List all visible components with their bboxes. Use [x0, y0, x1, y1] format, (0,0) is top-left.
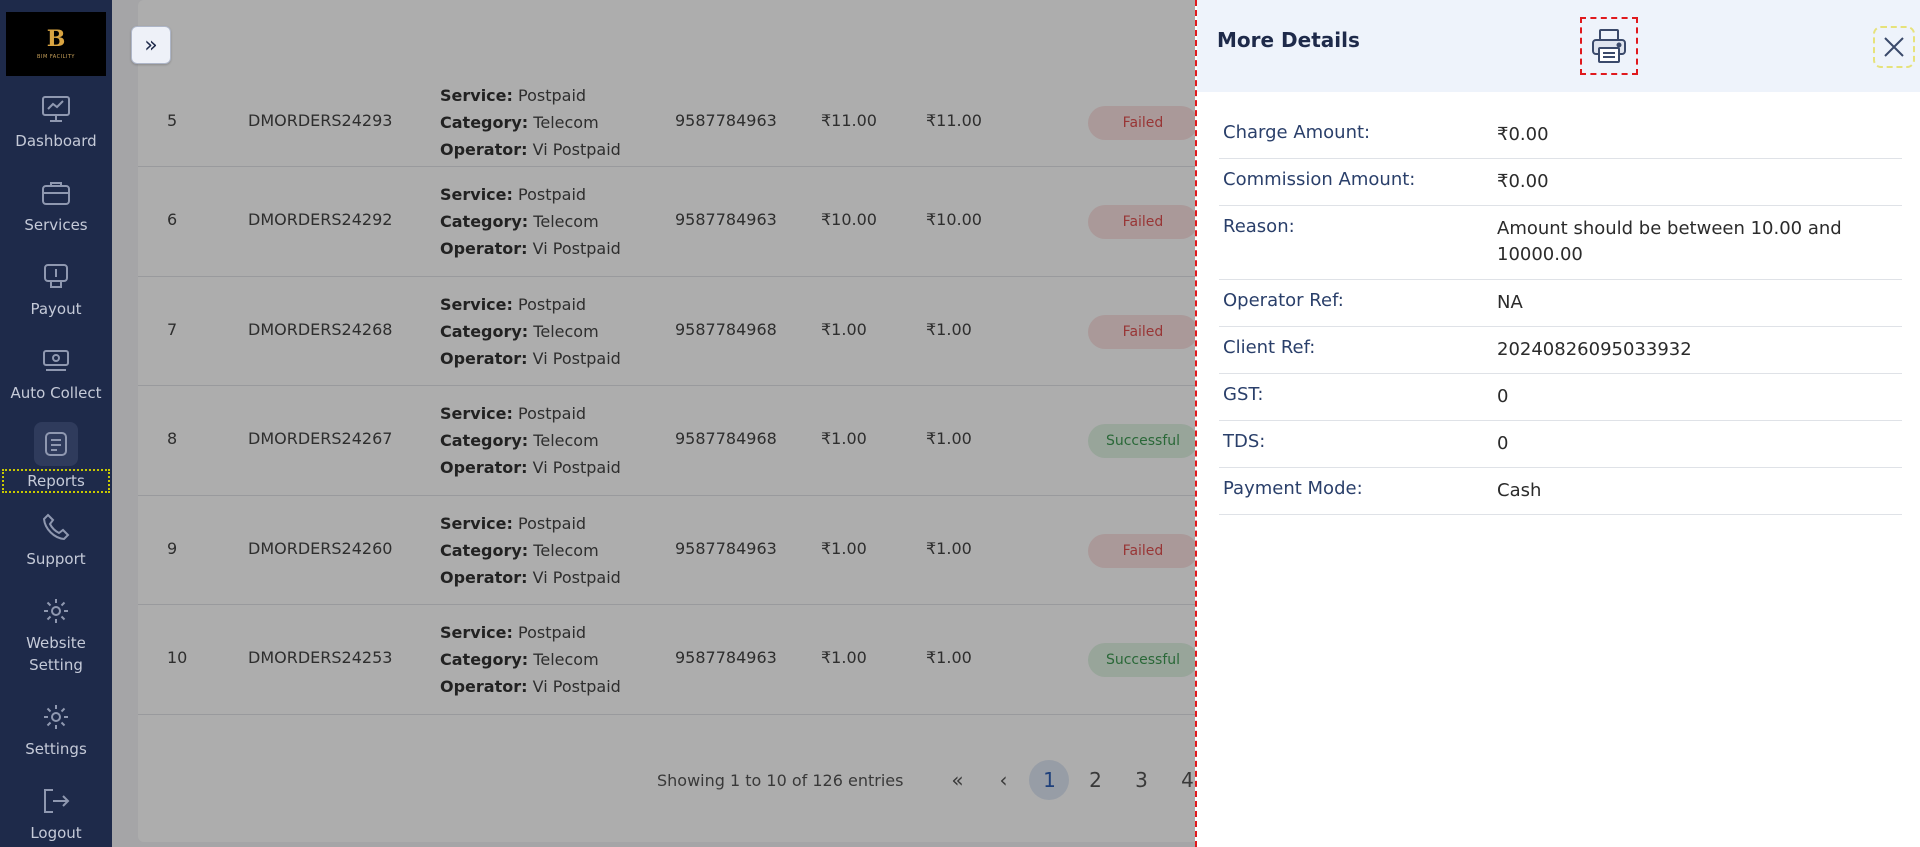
detail-value: 20240826095033932: [1497, 339, 1692, 360]
brand-logo[interactable]: B BIM FACILITY: [6, 12, 106, 76]
briefcase-icon: [42, 182, 70, 205]
print-button[interactable]: [1580, 17, 1638, 75]
payout-icon: [44, 264, 68, 288]
printer-icon: [1592, 29, 1626, 63]
sidebar-item-auto-collect[interactable]: Auto Collect: [0, 346, 112, 404]
detail-value: ₹0.00: [1497, 171, 1549, 192]
modal-backdrop[interactable]: [0, 0, 1195, 847]
detail-value: Amount should be between 10.00 and 10000…: [1497, 218, 1842, 265]
detail-row: Payment Mode: Cash: [1219, 468, 1902, 515]
detail-row: GST: 0: [1219, 374, 1902, 421]
detail-label: Operator Ref:: [1223, 290, 1344, 311]
detail-value: 0: [1497, 433, 1509, 454]
detail-label: Commission Amount:: [1223, 169, 1416, 190]
detail-value: Cash: [1497, 480, 1542, 501]
close-button[interactable]: [1873, 26, 1915, 68]
detail-row: Charge Amount: ₹0.00: [1219, 112, 1902, 159]
sidebar-item-support[interactable]: Support: [0, 512, 112, 570]
sidebar-item-logout[interactable]: Logout: [0, 786, 112, 844]
detail-label: Client Ref:: [1223, 337, 1316, 358]
more-details-drawer: More Details Charge Amount: ₹0.00 Commissi…: [1195, 0, 1920, 847]
sidebar-item-settings[interactable]: Settings: [0, 702, 112, 760]
gear-icon: [44, 705, 68, 729]
close-icon: [1884, 37, 1904, 57]
sidebar-item-services[interactable]: Services: [0, 178, 112, 236]
sidebar-item-website-setting[interactable]: Website Setting: [0, 596, 112, 676]
detail-label: GST:: [1223, 384, 1264, 405]
expand-sidebar-button[interactable]: »: [131, 26, 171, 64]
drawer-header: More Details: [1197, 0, 1920, 92]
sidebar-item-payout[interactable]: Payout: [0, 262, 112, 320]
logout-icon: [44, 789, 70, 813]
detail-label: Charge Amount:: [1223, 122, 1371, 143]
detail-label: Reason:: [1223, 216, 1295, 237]
detail-value: ₹0.00: [1497, 124, 1549, 145]
sidebar-item-dashboard[interactable]: Dashboard: [0, 94, 112, 152]
detail-row: Reason: Amount should be between 10.00 an…: [1219, 206, 1902, 280]
sidebar: B BIM FACILITY Dashboard Services Payout…: [0, 0, 112, 847]
detail-row: Operator Ref: NA: [1219, 280, 1902, 327]
detail-row: Commission Amount: ₹0.00: [1219, 159, 1902, 206]
detail-row: TDS: 0: [1219, 421, 1902, 468]
reports-icon: [45, 432, 67, 456]
detail-value: 0: [1497, 386, 1509, 407]
dashboard-icon: [42, 96, 70, 122]
auto-collect-icon: [43, 350, 69, 371]
detail-row: Client Ref: 20240826095033932: [1219, 327, 1902, 374]
detail-value: NA: [1497, 292, 1523, 313]
gear-icon: [44, 599, 68, 623]
drawer-title: More Details: [1217, 28, 1360, 52]
detail-label: Payment Mode:: [1223, 478, 1363, 499]
details-table: Charge Amount: ₹0.00 Commission Amount: ₹0.…: [1219, 112, 1902, 515]
sidebar-item-reports[interactable]: Reports: [0, 422, 112, 493]
phone-icon: [42, 513, 70, 541]
detail-label: TDS:: [1223, 431, 1266, 452]
double-chevron-right-icon: »: [144, 32, 158, 58]
